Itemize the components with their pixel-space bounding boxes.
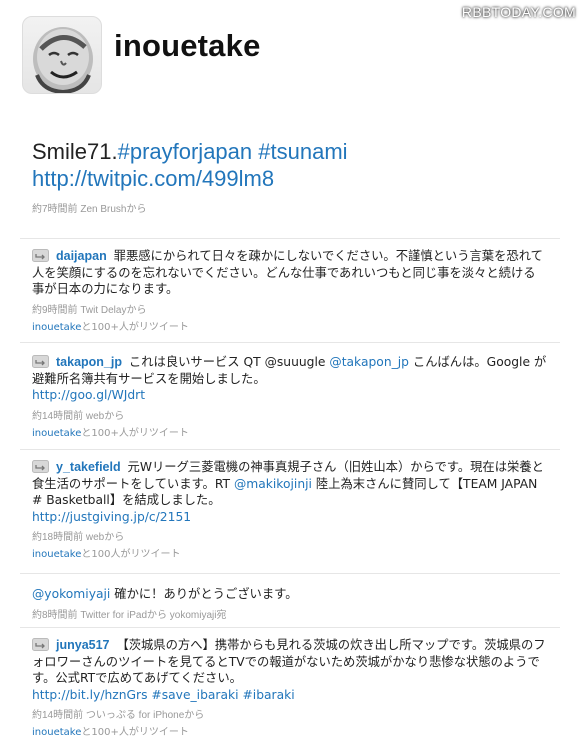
avatar-image: [33, 27, 93, 93]
url-link[interactable]: http://justgiving.jp/c/2151: [32, 510, 191, 524]
tweet-text: y_takefield 元Wリーグ三菱電機の神事真規子さん（旧姓山本）からです。…: [32, 459, 547, 525]
tweet-body: 確かに！ありがとうございます。: [110, 587, 298, 601]
tweet-meta: 約14時間前 webから: [32, 410, 125, 422]
main-tweet: Smile71.#prayforjapan #tsunami http://tw…: [32, 138, 552, 215]
main-tweet-text: Smile71.#prayforjapan #tsunami http://tw…: [32, 138, 552, 192]
tweet-meta: 約7時間前 Zen Brushから: [32, 204, 147, 215]
tweet-meta: 約14時間前 ついっぷる for iPhoneから: [32, 710, 205, 721]
retweet-icon: [32, 355, 49, 368]
timeline-tweet: daijapan 罪悪感にかられて日々を疎かにしないでください。不謹慎という言葉…: [32, 248, 547, 333]
tweet-text: @yokomiyaji 確かに！ありがとうございます。: [32, 586, 547, 603]
profile-header: inouetake: [22, 16, 261, 94]
retweet-suffix: と100+人がリツイート: [81, 727, 189, 738]
tweet-meta: 約18時間前 webから: [32, 532, 125, 543]
divider: [20, 342, 560, 343]
hashtag-link[interactable]: #ibaraki: [242, 688, 294, 702]
screen-name-link[interactable]: daijapan: [56, 249, 107, 263]
url-link[interactable]: http://goo.gl/WJdrt: [32, 388, 145, 402]
mention-link[interactable]: @yokomiyaji: [32, 587, 110, 601]
tweet-text: takapon_jp これは良いサービス QT @suuugle @takapo…: [32, 354, 547, 404]
tweet-text: junya517 【茨城県の方へ】携帯からも見れる茨城の炊き出し所マップです。茨…: [32, 637, 547, 703]
watermark: RBBTODAY.COM: [461, 4, 576, 20]
retweet-info: inouetakeと100人がリツイート: [32, 545, 547, 560]
retweet-icon: [32, 460, 49, 473]
tweet-text: daijapan 罪悪感にかられて日々を疎かにしないでください。不謹慎という言葉…: [32, 248, 547, 298]
screen-name-link[interactable]: takapon_jp: [56, 355, 122, 369]
screen-name-link[interactable]: y_takefield: [56, 460, 121, 474]
retweeter-link[interactable]: inouetake: [32, 727, 81, 738]
retweet-suffix: と100+人がリツイート: [81, 321, 189, 333]
url-link[interactable]: http://bit.ly/hznGrs: [32, 688, 148, 702]
retweet-icon: [32, 638, 49, 651]
retweet-info: inouetakeと100+人がリツイート: [32, 424, 547, 439]
hashtag-link[interactable]: #prayforjapan: [118, 139, 253, 164]
hashtag-link[interactable]: #save_ibaraki: [151, 688, 238, 702]
tweet-meta: 約8時間前 Twitter for iPadから yokomiyaji宛: [32, 609, 227, 621]
timeline-tweet: @yokomiyaji 確かに！ありがとうございます。 約8時間前 Twitte…: [32, 586, 547, 621]
retweet-suffix: と100人がリツイート: [81, 549, 181, 560]
retweet-suffix: と100+人がリツイート: [81, 427, 189, 439]
retweet-info: inouetakeと100+人がリツイート: [32, 723, 547, 738]
main-tweet-plain: Smile71.: [32, 139, 118, 164]
timeline-tweet: takapon_jp これは良いサービス QT @suuugle @takapo…: [32, 354, 547, 439]
divider: [20, 627, 560, 628]
mention-link[interactable]: @takapon_jp: [329, 355, 409, 369]
retweeter-link[interactable]: inouetake: [32, 428, 81, 439]
tweet-meta: 約9時間前 Twit Delayから: [32, 304, 147, 316]
retweet-icon: [32, 249, 49, 262]
divider: [20, 238, 560, 239]
retweeter-link[interactable]: inouetake: [32, 322, 81, 333]
timeline-tweet: junya517 【茨城県の方へ】携帯からも見れる茨城の炊き出し所マップです。茨…: [32, 637, 547, 738]
avatar[interactable]: [22, 16, 102, 94]
divider: [20, 449, 560, 450]
retweeter-link[interactable]: inouetake: [32, 549, 81, 560]
hashtag-link[interactable]: #tsunami: [258, 139, 347, 164]
tweet-body: これは良いサービス QT @suuugle: [128, 355, 330, 369]
timeline-tweet: y_takefield 元Wリーグ三菱電機の神事真規子さん（旧姓山本）からです。…: [32, 459, 547, 560]
tweet-body: 罪悪感にかられて日々を疎かにしないでください。不謹慎という言葉を恐れて人を笑顔に…: [32, 249, 543, 296]
url-link[interactable]: http://twitpic.com/499lm8: [32, 166, 274, 191]
mention-link[interactable]: @makikojinji: [234, 477, 312, 491]
profile-username[interactable]: inouetake: [114, 28, 261, 64]
retweet-info: inouetakeと100+人がリツイート: [32, 318, 547, 333]
divider: [20, 573, 560, 574]
screen-name-link[interactable]: junya517: [56, 638, 110, 652]
